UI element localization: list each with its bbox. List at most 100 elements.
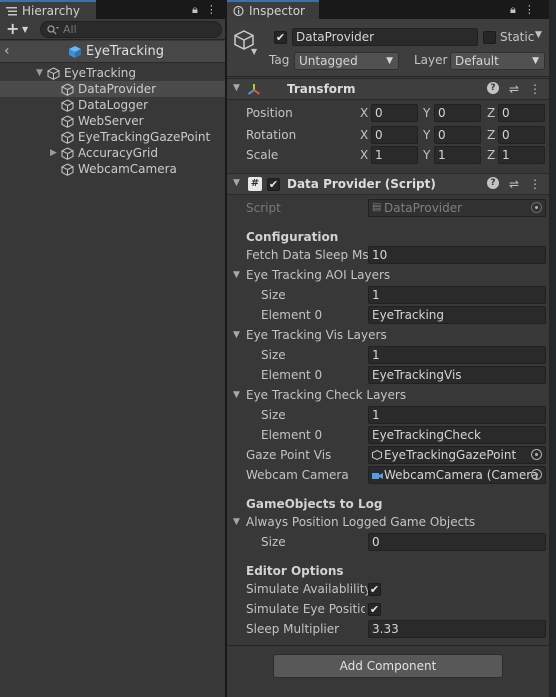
sleep-multiplier-field[interactable]: 3.33: [368, 620, 546, 638]
tree-item-eyetrackinggazepoint[interactable]: EyeTrackingGazePoint: [0, 129, 225, 145]
vis-size-label: Size: [261, 348, 286, 362]
lock-icon[interactable]: 🔒︎: [192, 3, 198, 17]
chevron-down-icon[interactable]: ▼: [251, 47, 257, 56]
tree-item-accuracygrid[interactable]: ▶ AccuracyGrid: [0, 145, 225, 161]
scale-x-field[interactable]: 1: [371, 146, 418, 164]
tag-label: Tag: [269, 53, 290, 67]
scale-label: Scale: [246, 148, 279, 162]
check-size-field[interactable]: 1: [368, 406, 546, 424]
target-icon[interactable]: [531, 449, 542, 460]
more-menu-icon[interactable]: ⋮: [529, 82, 541, 96]
webcam-camera-field[interactable]: WebcamCamera (Camera: [368, 466, 546, 484]
vis-element0-field[interactable]: EyeTrackingVis: [368, 366, 546, 384]
check-element0-field[interactable]: EyeTrackingCheck: [368, 426, 546, 444]
aoi-layers-label[interactable]: Eye Tracking AOI Layers: [246, 268, 390, 282]
fetch-data-field[interactable]: 10: [368, 246, 546, 264]
vis-size-field[interactable]: 1: [368, 346, 546, 364]
gaze-point-value: EyeTrackingGazePoint: [384, 448, 517, 462]
always-position-label[interactable]: Always Position Logged Game Objects: [246, 515, 475, 529]
tree-item-eyetracking[interactable]: ▼ EyeTracking: [0, 65, 225, 81]
scale-z-field[interactable]: 1: [498, 146, 545, 164]
target-icon[interactable]: [531, 469, 542, 480]
fold-open-icon[interactable]: ▼: [233, 330, 240, 340]
script-file-icon: ▤: [372, 202, 382, 213]
tree-item-webcamcamera[interactable]: WebcamCamera: [0, 161, 225, 177]
component-enabled-checkbox[interactable]: ✔: [267, 178, 280, 191]
info-icon: [233, 6, 244, 16]
rotation-y-field[interactable]: 0: [434, 126, 481, 144]
gaze-point-field[interactable]: EyeTrackingGazePoint: [368, 446, 546, 464]
fold-closed-icon[interactable]: ▶: [50, 145, 57, 161]
axis-x-label: X: [360, 148, 369, 162]
chevron-down-icon[interactable]: ▼: [535, 30, 542, 40]
gameobject-icon: [61, 147, 74, 160]
layer-dropdown[interactable]: Default ▼: [450, 52, 545, 70]
script-component-title: Data Provider (Script): [287, 177, 436, 191]
aoi-element0-label: Element 0: [261, 308, 323, 322]
transform-header[interactable]: ▼ Transform ? ⇌ ⋮: [227, 78, 549, 100]
tag-dropdown[interactable]: Untagged ▼: [294, 52, 399, 70]
more-menu-icon[interactable]: ⋮: [206, 3, 217, 17]
scene-title-label: EyeTracking: [86, 44, 165, 59]
fold-open-icon[interactable]: ▼: [233, 178, 240, 188]
tree-item-datalogger[interactable]: DataLogger: [0, 97, 225, 113]
presets-icon[interactable]: ⇌: [509, 82, 519, 96]
fold-open-icon[interactable]: ▼: [233, 517, 240, 527]
rotation-z-field[interactable]: 0: [498, 126, 545, 144]
position-x-field[interactable]: 0: [371, 104, 418, 122]
simulate-availability-label: Simulate Availablility: [246, 582, 372, 596]
static-label[interactable]: Static: [500, 30, 534, 44]
position-y-field[interactable]: 0: [434, 104, 481, 122]
more-menu-icon[interactable]: ⋮: [529, 177, 541, 191]
fold-open-icon[interactable]: ▼: [233, 390, 240, 400]
script-label: Script: [246, 201, 281, 215]
script-tools: ? ⇌ ⋮: [486, 177, 541, 191]
editor-options-header: Editor Options: [246, 564, 344, 578]
position-z-field[interactable]: 0: [498, 104, 545, 122]
tab-inspector[interactable]: Inspector: [227, 0, 319, 19]
search-icon: [47, 25, 59, 35]
scene-header[interactable]: ‹ EyeTracking: [0, 41, 225, 63]
simulate-availability-checkbox[interactable]: ✔: [368, 583, 381, 596]
rotation-x-field[interactable]: 0: [371, 126, 418, 144]
gaze-point-label: Gaze Point Vis: [246, 448, 332, 462]
tree-item-webserver[interactable]: WebServer: [0, 113, 225, 129]
axis-y-label: Y: [423, 148, 431, 162]
inspector-tabbar: Inspector 🔒︎ ⋮: [227, 0, 549, 19]
hierarchy-search-input[interactable]: [40, 21, 222, 38]
create-button[interactable]: + ▼: [4, 21, 34, 38]
script-field: ▤ DataProvider: [368, 199, 546, 217]
hierarchy-tabbar: Hierarchy 🔒︎ ⋮: [0, 0, 225, 19]
tree-item-dataprovider[interactable]: DataProvider: [0, 81, 225, 97]
add-component-button[interactable]: Add Component: [273, 654, 503, 678]
check-layers-label[interactable]: Eye Tracking Check Layers: [246, 388, 406, 402]
fold-open-icon[interactable]: ▼: [233, 270, 240, 280]
vis-layers-label[interactable]: Eye Tracking Vis Layers: [246, 328, 387, 342]
list-icon: [6, 7, 17, 16]
active-checkbox[interactable]: ✔: [274, 31, 287, 44]
fold-open-icon[interactable]: ▼: [233, 83, 240, 93]
lock-icon[interactable]: 🔒︎: [510, 3, 516, 17]
simulate-eye-position-checkbox[interactable]: ✔: [368, 603, 381, 616]
tab-hierarchy[interactable]: Hierarchy: [0, 0, 96, 19]
script-value: DataProvider: [384, 201, 463, 215]
aoi-size-field[interactable]: 1: [368, 286, 546, 304]
fold-open-icon[interactable]: ▼: [36, 65, 43, 81]
axis-z-label: Z: [487, 148, 496, 162]
help-icon[interactable]: ?: [486, 82, 499, 94]
axis-y-label: Y: [423, 106, 431, 120]
presets-icon[interactable]: ⇌: [509, 177, 519, 191]
object-name-field[interactable]: DataProvider: [292, 28, 478, 46]
always-size-field[interactable]: 0: [368, 533, 546, 551]
static-checkbox[interactable]: [483, 31, 496, 44]
layer-value: Default: [455, 54, 499, 68]
gameobject-icon: [372, 450, 382, 460]
script-component-header[interactable]: ▼ # ✔ Data Provider (Script) ? ⇌ ⋮: [227, 173, 549, 195]
back-arrow-icon[interactable]: ‹: [4, 43, 10, 59]
aoi-element0-field[interactable]: EyeTracking: [368, 306, 546, 324]
more-menu-icon[interactable]: ⋮: [524, 3, 535, 17]
help-icon[interactable]: ?: [486, 177, 499, 189]
tree-item-label: WebcamCamera: [78, 162, 177, 176]
gameobject-icon: [61, 83, 74, 96]
scale-y-field[interactable]: 1: [434, 146, 481, 164]
